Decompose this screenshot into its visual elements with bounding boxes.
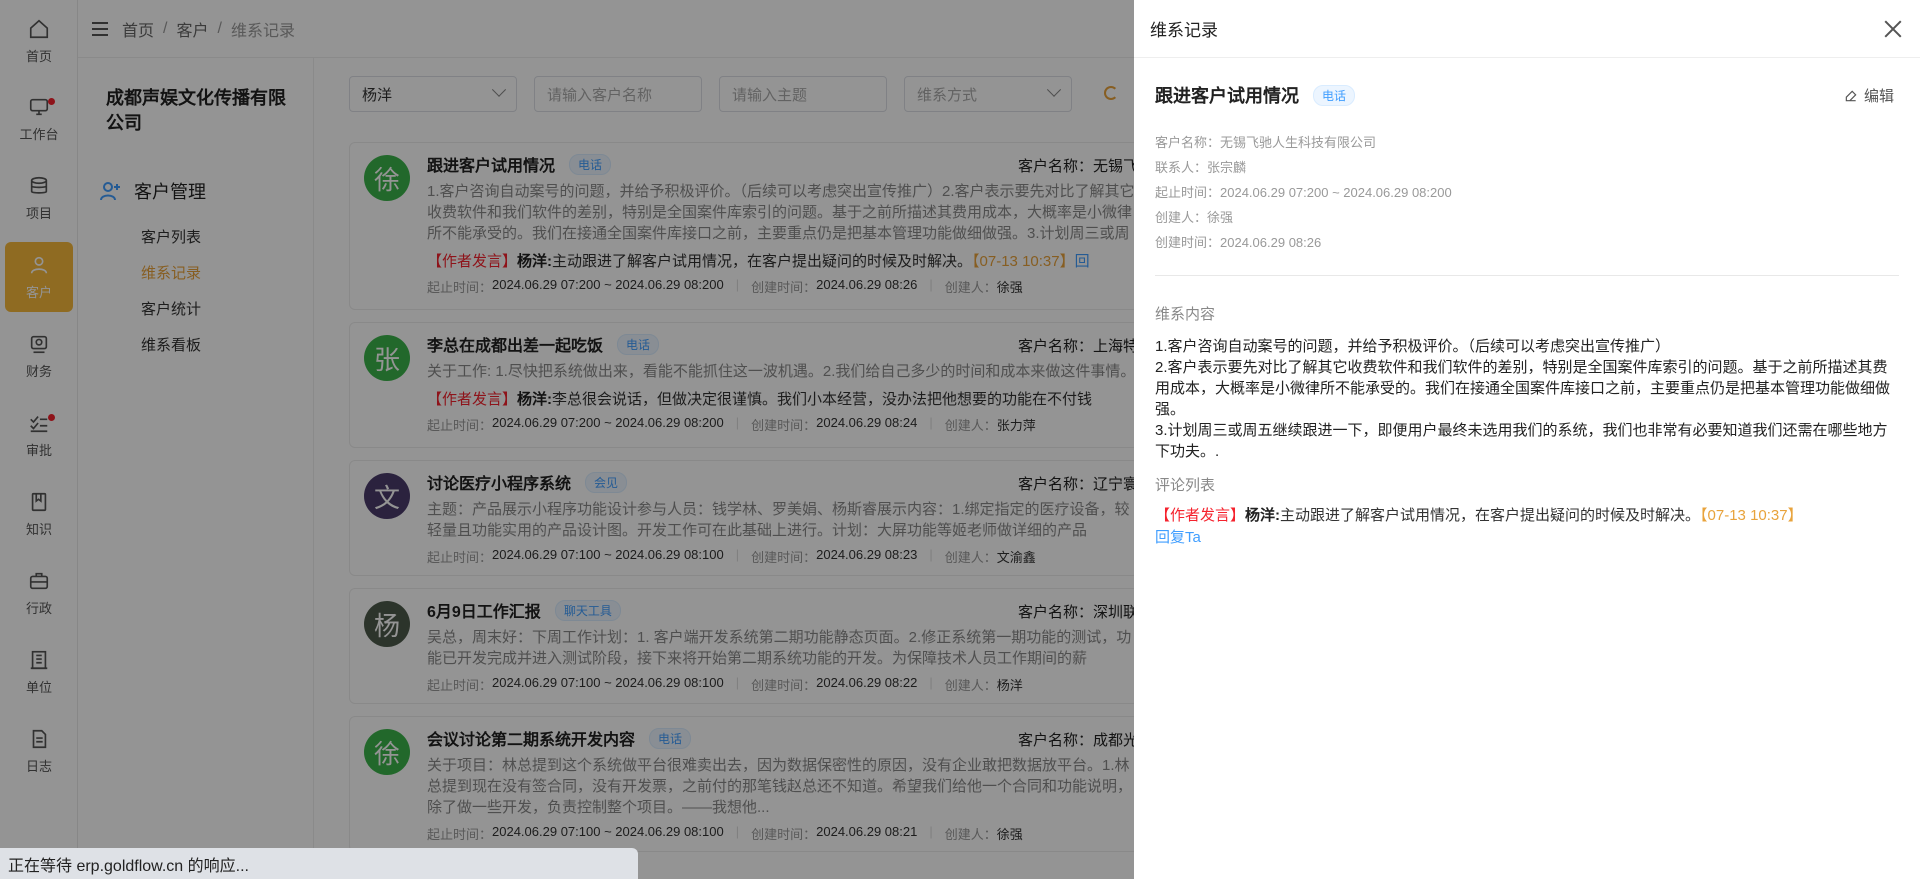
- info-time: 2024.06.29 07:200 ~ 2024.06.29 08:200: [1220, 185, 1452, 200]
- record-title: 跟进客户试用情况: [1155, 86, 1299, 106]
- comments-heading: 评论列表: [1155, 477, 1216, 494]
- info-creator: 徐强: [1207, 210, 1234, 225]
- method-tag: 电话: [1313, 84, 1356, 106]
- info-customer: 无锡飞驰人生科技有限公司: [1220, 135, 1377, 150]
- edit-button[interactable]: 编辑: [1844, 85, 1894, 106]
- content-heading: 维系内容: [1155, 306, 1216, 323]
- modal-mask[interactable]: [0, 0, 1134, 879]
- drawer-title: 维系记录: [1150, 21, 1218, 40]
- reply-link[interactable]: 回复Ta: [1155, 529, 1201, 546]
- divider: [1155, 275, 1899, 276]
- close-icon[interactable]: [1884, 20, 1902, 38]
- record-info: 客户名称：无锡飞驰人生科技有限公司 联系人：张宗麟 起止时间：2024.06.2…: [1155, 135, 1452, 250]
- browser-status-bar: 正在等待 erp.goldflow.cn 的响应...: [0, 848, 638, 879]
- info-contact: 张宗麟: [1207, 160, 1247, 175]
- comment-item: 【作者发言】杨洋:主动跟进了解客户试用情况，在客户提出疑问的时候及时解决。【07…: [1155, 507, 1803, 546]
- info-created: 2024.06.29 08:26: [1220, 235, 1322, 250]
- detail-drawer: 维系记录 跟进客户试用情况 电话 编辑 客户名称：无锡飞驰人生科技有限公司 联系…: [1134, 0, 1920, 879]
- drawer-header: 维系记录: [1134, 0, 1920, 58]
- edit-icon: [1845, 90, 1857, 101]
- record-content: 1.客户咨询自动案号的问题，并给予积极评价。（后续可以考虑突出宣传推广） 2.客…: [1155, 338, 1891, 460]
